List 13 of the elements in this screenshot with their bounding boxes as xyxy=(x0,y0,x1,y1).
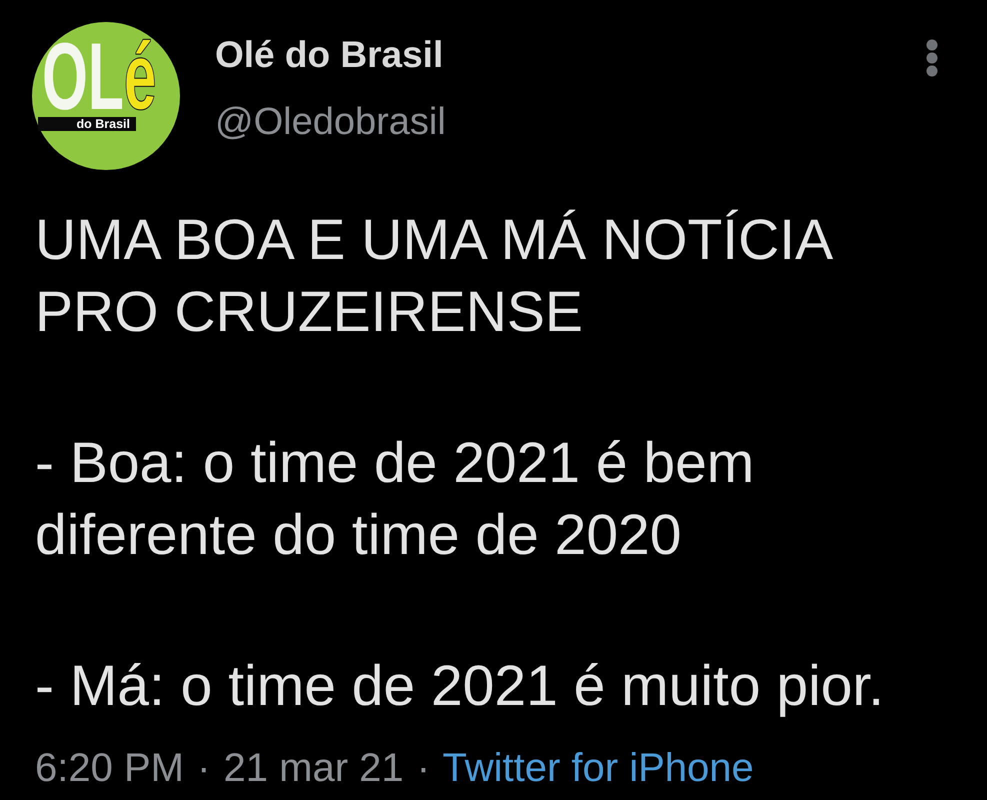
tweet-text: UMA BOA E UMA MÁ NOTÍCIA PRO CRUZEIRENSE xyxy=(35,207,832,346)
account-name[interactable]: Olé do Brasil xyxy=(215,30,446,80)
logo-tagline: do Brasil xyxy=(38,117,136,131)
tweet-text: - Boa: o time de 2021 é bem diferente do time de 2020 xyxy=(35,430,756,569)
more-options-icon[interactable] xyxy=(926,39,938,77)
separator-dot: · xyxy=(197,746,210,790)
tweet-text: - Má: o time de 2021 é muito pior. xyxy=(35,653,886,720)
logo-wordmark: OLé xyxy=(42,23,157,117)
account-handle: @Oledobrasil xyxy=(215,100,446,145)
tweet-date: 21 mar 21 xyxy=(224,746,404,790)
source-link[interactable]: Twitter for iPhone xyxy=(442,746,754,790)
tweet-time: 6:20 PM xyxy=(35,746,184,790)
separator-dot: · xyxy=(416,746,430,790)
